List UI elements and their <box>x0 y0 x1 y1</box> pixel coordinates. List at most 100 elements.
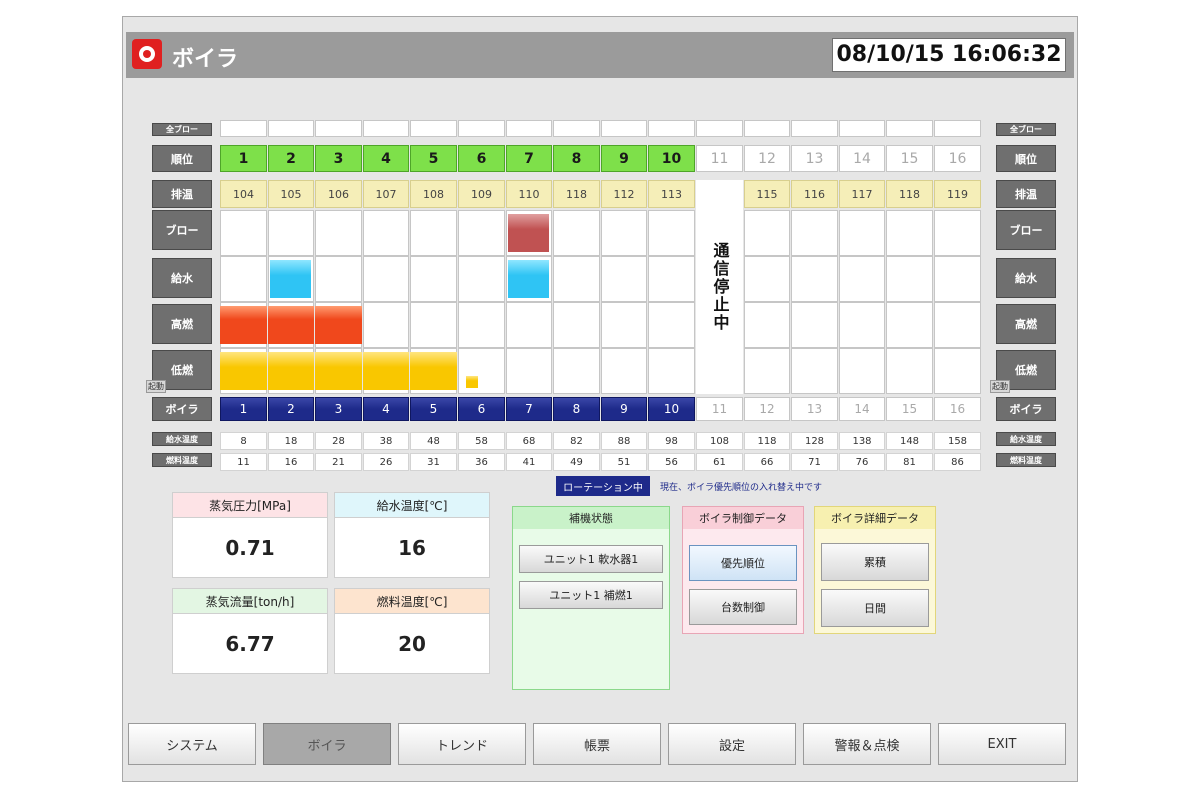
feed-water-temp-cell: 82 <box>553 432 600 450</box>
high-status-cell <box>934 302 981 348</box>
fuel-temp-cell: 66 <box>744 453 790 471</box>
fuel-temp-cell: 41 <box>506 453 552 471</box>
high-status-bar <box>268 306 314 344</box>
blow-status-cell <box>410 210 457 256</box>
fuel-temp-value: 20 <box>398 632 426 656</box>
feed-water-temp-box: 給水温度[℃] 16 <box>334 492 490 578</box>
priority-order-button[interactable]: 優先順位 <box>689 545 797 581</box>
boiler-detail-panel: ボイラ詳細データ 累積 日間 <box>814 506 936 634</box>
blow-all-cell <box>839 120 885 137</box>
rank-cell: 4 <box>363 145 409 172</box>
feed-water-temp-cell: 98 <box>648 432 695 450</box>
unit-count-control-button[interactable]: 台数制御 <box>689 589 797 625</box>
row-label-blow-right[interactable]: ブロー <box>996 210 1056 250</box>
row-label-blow[interactable]: ブロー <box>152 210 212 250</box>
boiler-number-button[interactable]: 2 <box>268 397 314 421</box>
boiler-number-button[interactable]: 8 <box>553 397 600 421</box>
side-start-label: 起動 <box>146 380 166 393</box>
boiler-number-button[interactable]: 10 <box>648 397 695 421</box>
nav-trend[interactable]: トレンド <box>398 723 526 765</box>
blow-all-cell <box>886 120 933 137</box>
water-status-bar <box>508 260 549 298</box>
water-status-cell <box>601 256 647 302</box>
low-status-bar <box>315 352 362 390</box>
boiler-number-button[interactable]: 7 <box>506 397 552 421</box>
feed-water-temp-cell: 28 <box>315 432 362 450</box>
fuel-temp-cell: 71 <box>791 453 838 471</box>
rotation-status-badge: ローテーション中 <box>556 476 650 496</box>
low-status-cell <box>648 348 695 394</box>
blow-status-cell <box>458 210 505 256</box>
rank-cell: 15 <box>886 145 933 172</box>
high-status-cell <box>410 302 457 348</box>
boiler-number-button[interactable]: 3 <box>315 397 362 421</box>
boiler-number-button[interactable]: 5 <box>410 397 457 421</box>
exhaust-temp-cell: 115 <box>744 180 790 208</box>
comm-stop-indicator: 通信停止中 <box>696 180 743 394</box>
boiler-control-panel: ボイラ制御データ 優先順位 台数制御 <box>682 506 804 634</box>
steam-flow-value: 6.77 <box>225 632 275 656</box>
nav-alarm-inspection[interactable]: 警報＆点検 <box>803 723 931 765</box>
exhaust-temp-cell: 106 <box>315 180 362 208</box>
high-status-bar <box>315 306 362 344</box>
nav-boiler[interactable]: ボイラ <box>263 723 391 765</box>
blow-all-cell <box>268 120 314 137</box>
exhaust-temp-cell: 113 <box>648 180 695 208</box>
blow-status-cell <box>791 210 838 256</box>
high-status-cell <box>839 302 885 348</box>
water-status-cell <box>744 256 790 302</box>
nav-exit[interactable]: EXIT <box>938 723 1066 765</box>
boiler-number-button[interactable]: 4 <box>363 397 409 421</box>
exhaust-temp-cell: 117 <box>839 180 885 208</box>
nav-system[interactable]: システム <box>128 723 256 765</box>
boiler-number-button[interactable]: 15 <box>886 397 933 421</box>
aux-unit-burner-button[interactable]: ユニット1 補燃1 <box>519 581 663 609</box>
blow-status-cell <box>363 210 409 256</box>
blow-all-cell <box>696 120 743 137</box>
feed-water-temp-cell: 48 <box>410 432 457 450</box>
blow-status-cell <box>839 210 885 256</box>
boiler-number-button[interactable]: 12 <box>744 397 790 421</box>
row-label-high-burn-right[interactable]: 高燃 <box>996 304 1056 344</box>
rank-cell: 6 <box>458 145 505 172</box>
boiler-number-button[interactable]: 13 <box>791 397 838 421</box>
high-status-cell <box>458 302 505 348</box>
nav-report[interactable]: 帳票 <box>533 723 661 765</box>
rank-cell: 11 <box>696 145 743 172</box>
boiler-number-button[interactable]: 11 <box>696 397 743 421</box>
boiler-number-button[interactable]: 14 <box>839 397 885 421</box>
water-status-cell <box>648 256 695 302</box>
datetime-display: 08/10/15 16:06:32 <box>832 38 1066 72</box>
fuel-temp-cell: 16 <box>268 453 314 471</box>
boiler-number-button[interactable]: 16 <box>934 397 981 421</box>
blow-all-cell <box>410 120 457 137</box>
boiler-number-button[interactable]: 1 <box>220 397 267 421</box>
rank-cell: 9 <box>601 145 647 172</box>
aux-unit-softener-button[interactable]: ユニット1 軟水器1 <box>519 545 663 573</box>
blow-status-cell <box>220 210 267 256</box>
rank-cell: 8 <box>553 145 600 172</box>
row-label-water-feed-right[interactable]: 給水 <box>996 258 1056 298</box>
feed-water-temp-cell: 148 <box>886 432 933 450</box>
high-status-cell <box>648 302 695 348</box>
high-status-cell <box>506 302 552 348</box>
low-burn-partial-bar <box>466 376 478 388</box>
row-label-water-feed[interactable]: 給水 <box>152 258 212 298</box>
boiler-status-grid: 1 104 1 8 11 2 105 2 18 16 3 106 3 28 21 4 107 4 38 26 5 108 5… <box>220 120 982 472</box>
row-label-high-burn[interactable]: 高燃 <box>152 304 212 344</box>
row-label-boiler: ボイラ <box>152 397 212 421</box>
boiler-number-button[interactable]: 6 <box>458 397 505 421</box>
steam-pressure-label: 蒸気圧力[MPa] <box>173 493 327 518</box>
exhaust-temp-cell: 119 <box>934 180 981 208</box>
blow-status-cell <box>934 210 981 256</box>
low-status-cell <box>601 348 647 394</box>
cumulative-button[interactable]: 累積 <box>821 543 929 581</box>
boiler-number-button[interactable]: 9 <box>601 397 647 421</box>
daily-button[interactable]: 日間 <box>821 589 929 627</box>
blow-all-cell <box>506 120 552 137</box>
nav-settings[interactable]: 設定 <box>668 723 796 765</box>
low-status-bar <box>363 352 409 390</box>
fuel-temp-cell: 56 <box>648 453 695 471</box>
low-status-bar <box>268 352 314 390</box>
exhaust-temp-cell: 116 <box>791 180 838 208</box>
